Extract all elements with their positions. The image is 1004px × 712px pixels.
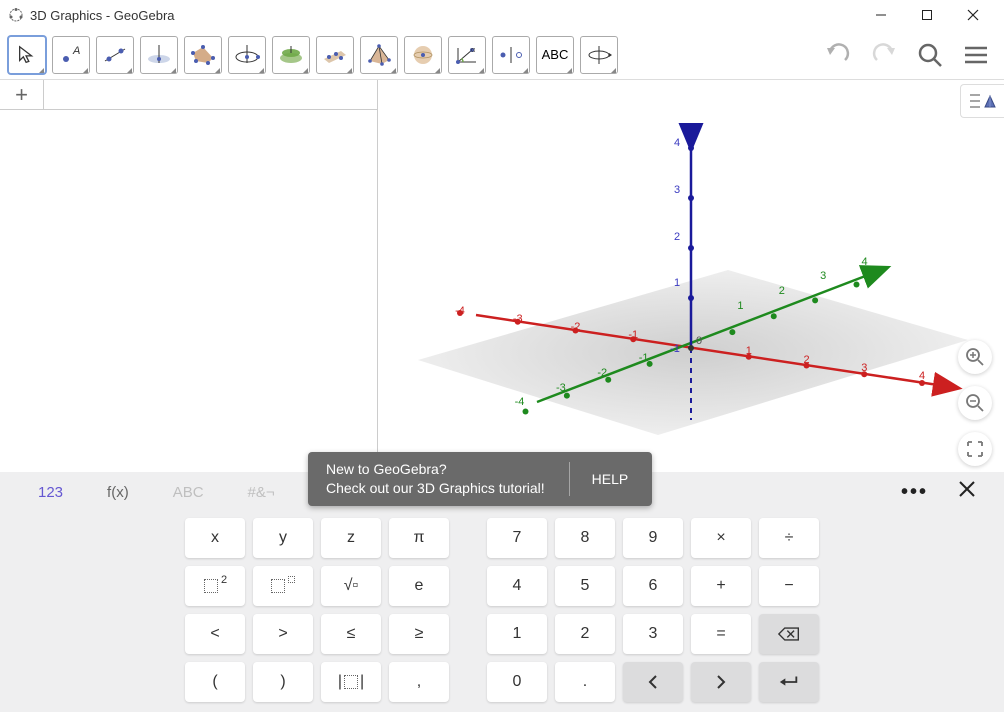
key-5[interactable]: 5	[555, 566, 615, 606]
mode-sym[interactable]: #&¬	[226, 478, 297, 507]
key-abs[interactable]: ||	[321, 662, 381, 702]
key-left[interactable]	[623, 662, 683, 702]
zoom-in-button[interactable]	[958, 340, 992, 374]
zoom-out-button[interactable]	[958, 386, 992, 420]
minimize-button[interactable]	[858, 0, 904, 30]
key-minus[interactable]: −	[759, 566, 819, 606]
move-tool-button[interactable]	[8, 36, 46, 74]
key-le[interactable]: ≤	[321, 614, 381, 654]
key-rparen[interactable]: )	[253, 662, 313, 702]
key-plus[interactable]: +	[691, 566, 751, 606]
key-multiply[interactable]: ×	[691, 518, 751, 558]
tutorial-notification: New to GeoGebra? Check out our 3D Graphi…	[308, 452, 652, 506]
key-sqrt[interactable]: √▫	[321, 566, 381, 606]
algebra-body[interactable]	[0, 110, 377, 472]
title-bar: 3D Graphics - GeoGebra	[0, 0, 1004, 30]
maximize-button[interactable]	[904, 0, 950, 30]
workspace: +	[0, 80, 1004, 472]
point-tool-button[interactable]: A	[52, 36, 90, 74]
toolbar: A α ABC	[0, 30, 1004, 80]
help-button[interactable]: HELP	[574, 463, 647, 495]
menu-button[interactable]	[956, 35, 996, 75]
plane-tool-button[interactable]	[316, 36, 354, 74]
algebra-panel: +	[0, 80, 378, 472]
pyramid-tool-button[interactable]	[360, 36, 398, 74]
close-keyboard-button[interactable]	[958, 480, 976, 504]
notif-line2: Check out our 3D Graphics tutorial!	[326, 479, 545, 498]
keyboard-panel: 123 f(x) ABC #&¬ ••• xyzπ789×÷2√▫e456+−<…	[0, 472, 1004, 712]
3d-scene	[378, 80, 1004, 472]
add-tab-button[interactable]: +	[0, 80, 44, 109]
key-eq[interactable]: =	[691, 614, 751, 654]
key-z[interactable]: z	[321, 518, 381, 558]
perpendicular-tool-button[interactable]	[140, 36, 178, 74]
key-enter[interactable]	[759, 662, 819, 702]
mode-123[interactable]: 123	[16, 478, 85, 507]
home-view-button[interactable]	[958, 432, 992, 466]
search-button[interactable]	[910, 35, 950, 75]
key-lparen[interactable]: (	[185, 662, 245, 702]
notif-line1: New to GeoGebra?	[326, 460, 545, 479]
svg-text:α: α	[471, 47, 475, 54]
key-4[interactable]: 4	[487, 566, 547, 606]
window-title: 3D Graphics - GeoGebra	[30, 8, 858, 23]
key-pi[interactable]: π	[389, 518, 449, 558]
key-1[interactable]: 1	[487, 614, 547, 654]
3d-view[interactable]: 1-12-23-34-41-12-23-34-412340-1	[378, 80, 1004, 472]
key-gt[interactable]: >	[253, 614, 313, 654]
app-logo-icon	[8, 7, 24, 23]
key-square[interactable]: 2	[185, 566, 245, 606]
virtual-keyboard: xyzπ789×÷2√▫e456+−<>≤≥123=()||,0.	[0, 512, 1004, 712]
mode-abc[interactable]: ABC	[151, 478, 226, 507]
more-button[interactable]: •••	[901, 481, 928, 504]
redo-button[interactable]	[864, 35, 904, 75]
undo-button[interactable]	[818, 35, 858, 75]
key-9[interactable]: 9	[623, 518, 683, 558]
text-tool-button[interactable]: ABC	[536, 36, 574, 74]
angle-tool-button[interactable]: α	[448, 36, 486, 74]
polygon-tool-button[interactable]	[184, 36, 222, 74]
key-e[interactable]: e	[389, 566, 449, 606]
intersect-tool-button[interactable]	[272, 36, 310, 74]
key-y[interactable]: y	[253, 518, 313, 558]
mode-fx[interactable]: f(x)	[85, 478, 151, 507]
line-tool-button[interactable]	[96, 36, 134, 74]
reflect-tool-button[interactable]	[492, 36, 530, 74]
rotate-view-tool-button[interactable]	[580, 36, 618, 74]
key-3[interactable]: 3	[623, 614, 683, 654]
key-ge[interactable]: ≥	[389, 614, 449, 654]
view-controls	[958, 340, 992, 466]
key-dot[interactable]: .	[555, 662, 615, 702]
key-lt[interactable]: <	[185, 614, 245, 654]
key-6[interactable]: 6	[623, 566, 683, 606]
key-divide[interactable]: ÷	[759, 518, 819, 558]
svg-text:A: A	[72, 45, 80, 57]
tabstrip: +	[0, 80, 377, 110]
key-7[interactable]: 7	[487, 518, 547, 558]
key-x[interactable]: x	[185, 518, 245, 558]
sphere-tool-button[interactable]	[404, 36, 442, 74]
key-backspace[interactable]	[759, 614, 819, 654]
key-right[interactable]	[691, 662, 751, 702]
key-0[interactable]: 0	[487, 662, 547, 702]
key-comma[interactable]: ,	[389, 662, 449, 702]
circle-tool-button[interactable]	[228, 36, 266, 74]
key-8[interactable]: 8	[555, 518, 615, 558]
close-button[interactable]	[950, 0, 996, 30]
key-power[interactable]	[253, 566, 313, 606]
key-2[interactable]: 2	[555, 614, 615, 654]
